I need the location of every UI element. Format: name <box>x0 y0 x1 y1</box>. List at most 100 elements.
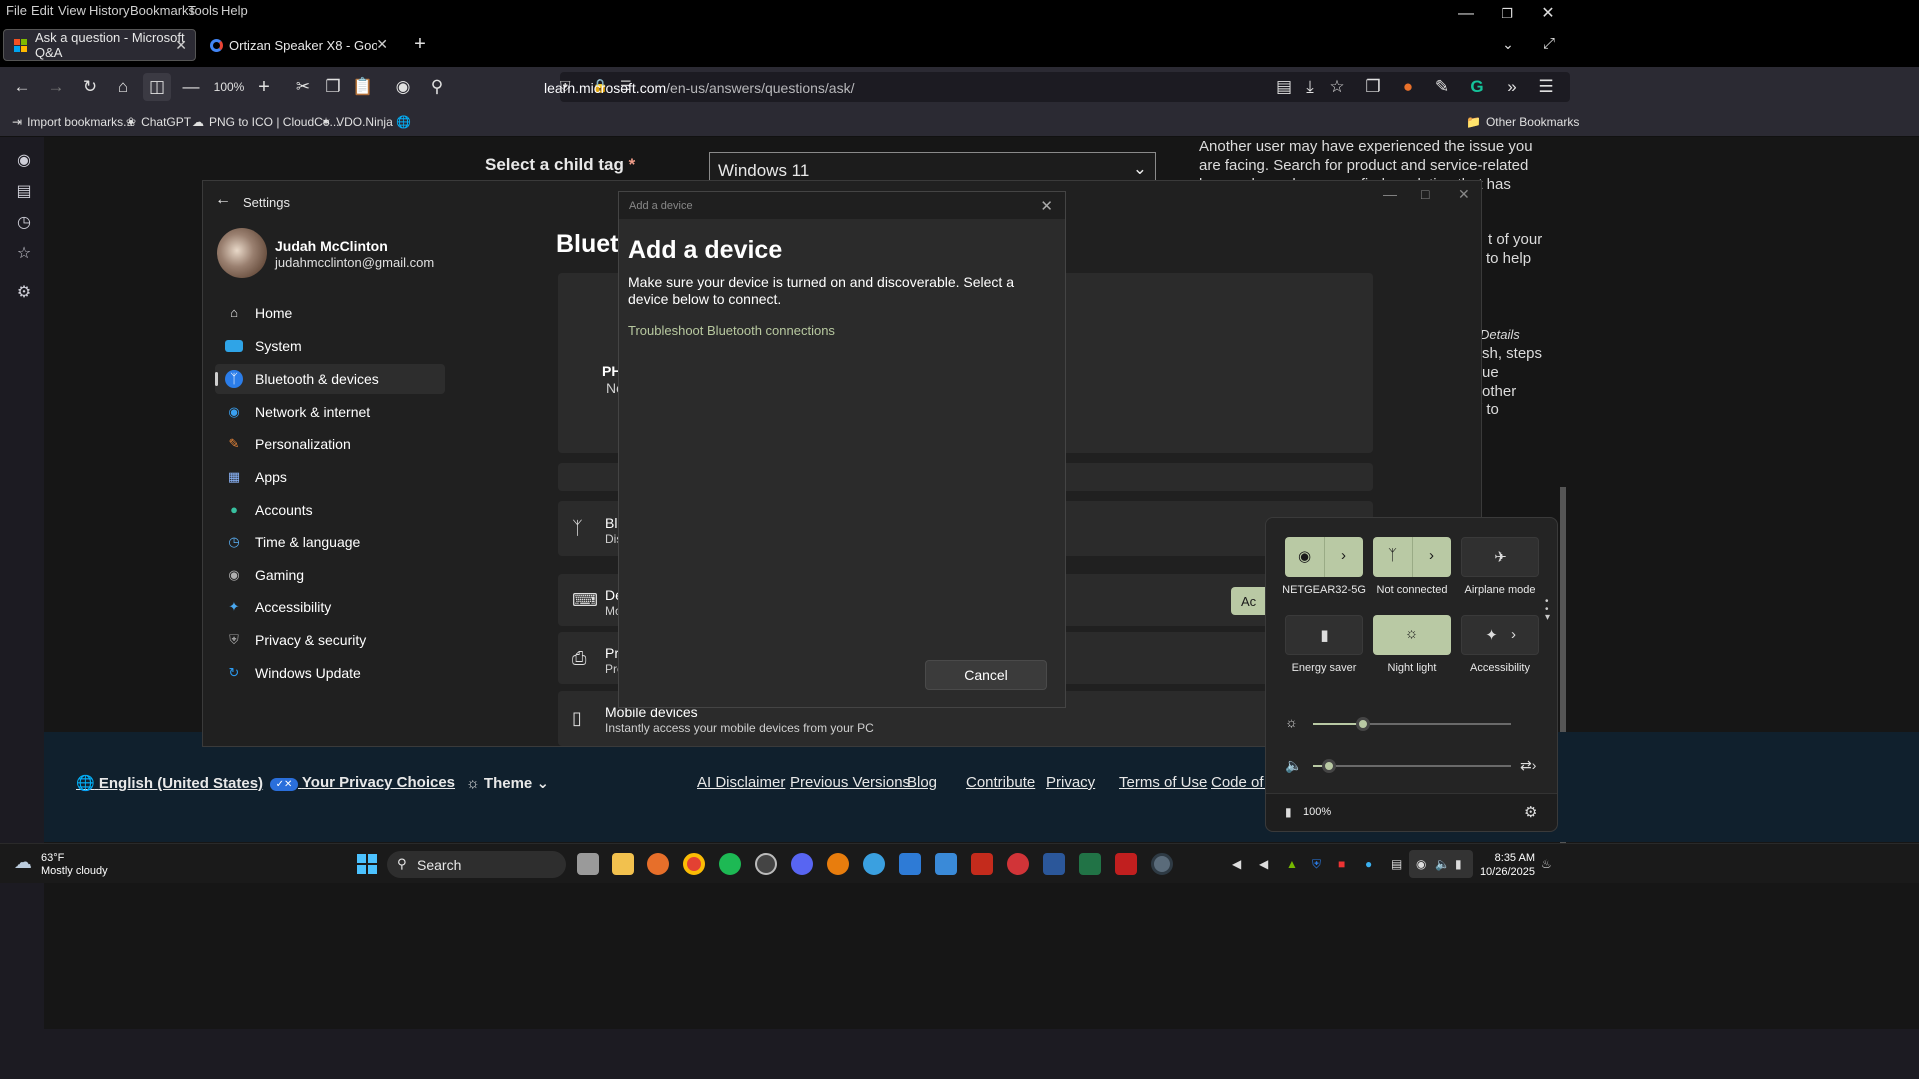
menu-help[interactable]: Help <box>221 3 248 18</box>
ai-chatbot-icon[interactable]: ◉ <box>14 150 34 170</box>
clock[interactable]: 8:35 AM 10/26/2025 <box>1477 851 1535 879</box>
nav-time-language[interactable]: ◷ Time & language <box>215 527 445 557</box>
bookmark-chatgpt[interactable]: ❀ ChatGPT <box>126 115 191 129</box>
reload-icon[interactable]: ↻ <box>76 73 104 101</box>
task-view-icon[interactable] <box>577 853 599 875</box>
brightness-slider[interactable] <box>1313 717 1511 731</box>
slider-thumb[interactable] <box>1321 759 1336 773</box>
firefox-icon[interactable] <box>647 853 669 875</box>
home-icon[interactable]: ⌂ <box>109 73 137 101</box>
bookmark-globe[interactable]: 🌐 <box>396 115 411 129</box>
app-menu-icon[interactable]: ☰ <box>1532 73 1560 101</box>
nav-gaming[interactable]: ◉ Gaming <box>215 560 445 590</box>
reader-view-icon[interactable]: ▤ <box>1270 73 1298 101</box>
paste-icon[interactable]: 📋 <box>349 73 377 101</box>
tray-app-icon[interactable]: ▤ <box>1391 857 1402 871</box>
chrome-icon[interactable] <box>683 853 705 875</box>
close-icon[interactable]: ✕ <box>1458 186 1470 203</box>
back-icon[interactable]: ← <box>8 73 36 101</box>
footer-link[interactable]: Blog <box>907 774 937 791</box>
menu-bookmarks[interactable]: Bookmarks <box>130 3 195 18</box>
url-text[interactable]: learn.microsoft.com/en-us/answers/questi… <box>544 80 854 96</box>
battery-icon[interactable]: ▮ <box>1455 857 1462 871</box>
nav-system[interactable]: System <box>215 331 445 361</box>
obs-icon[interactable] <box>755 853 777 875</box>
accessibility-tile[interactable]: ✦ › <box>1461 615 1539 655</box>
chevron-right-icon[interactable]: › <box>1494 626 1533 643</box>
energy-saver-tile[interactable]: ▮ <box>1285 615 1363 655</box>
key-icon[interactable]: ⚲ <box>423 73 451 101</box>
settings-gear-icon[interactable]: ⚙ <box>1524 803 1537 821</box>
menu-history[interactable]: History <box>89 3 129 18</box>
close-icon[interactable]: ✕ <box>1040 197 1053 215</box>
customize-sidebar-icon[interactable]: ⚙ <box>14 282 34 302</box>
edge-icon[interactable] <box>863 853 885 875</box>
acrobat-icon[interactable] <box>1115 853 1137 875</box>
page-dots-icon[interactable]: • • ▾ <box>1545 597 1550 623</box>
bookmarks-icon[interactable]: ☆ <box>14 243 34 263</box>
nav-network[interactable]: ◉ Network & internet <box>215 397 445 427</box>
taskbar-search[interactable]: ⚲ Search <box>387 851 566 878</box>
footer-link[interactable]: AI Disclaimer <box>697 774 785 791</box>
bookmark-vdo-ninja[interactable]: ✶ VDO.Ninja <box>321 115 393 129</box>
nav-windows-update[interactable]: ↻ Windows Update <box>215 658 445 688</box>
slider-thumb[interactable] <box>1355 717 1370 731</box>
notification-bell-icon[interactable]: ♨ <box>1541 857 1552 871</box>
chevron-right-icon[interactable]: › <box>1324 547 1363 564</box>
sidebar-toggle-icon[interactable]: ◫ <box>143 73 171 101</box>
nvidia-icon[interactable]: ▲ <box>1286 857 1298 871</box>
battery-icon[interactable]: ▮ <box>1285 805 1292 819</box>
minimize-icon[interactable]: — <box>1383 186 1397 202</box>
nav-apps[interactable]: ▦ Apps <box>215 462 445 492</box>
zoom-in-icon[interactable]: + <box>250 73 278 101</box>
menu-tools[interactable]: Tools <box>188 3 218 18</box>
privacy-choices-link[interactable]: ✓✕ Your Privacy Choices <box>270 774 455 791</box>
nav-bluetooth-devices[interactable]: ᛉ Bluetooth & devices <box>215 364 445 394</box>
volume-icon[interactable]: 🔈 <box>1435 857 1450 871</box>
photos-icon[interactable] <box>935 853 957 875</box>
audio-output-icon[interactable]: ⇄› <box>1520 757 1536 774</box>
tray-app-icon[interactable]: ◀ <box>1232 857 1241 871</box>
cut-icon[interactable]: ✂ <box>289 73 317 101</box>
menu-view[interactable]: View <box>58 3 86 18</box>
footer-link[interactable]: Privacy <box>1046 774 1095 791</box>
maximize-icon[interactable]: □ <box>1421 186 1429 202</box>
blender-icon[interactable] <box>827 853 849 875</box>
volume-slider[interactable] <box>1313 759 1511 773</box>
forward-icon[interactable]: → <box>42 73 70 101</box>
nav-accessibility[interactable]: ✦ Accessibility <box>215 592 445 622</box>
bookmark-import[interactable]: ⇥ Import bookmarks... <box>12 115 133 129</box>
file-explorer-icon[interactable] <box>612 853 634 875</box>
save-to-pocket-icon[interactable]: ❐ <box>1359 73 1387 101</box>
tab-close-icon[interactable]: ✕ <box>376 36 388 53</box>
history-icon[interactable]: ◷ <box>14 212 34 232</box>
battery-percentage[interactable]: 100% <box>1303 806 1331 818</box>
tab-list-icon[interactable]: ⌄ <box>1494 30 1522 58</box>
cancel-button[interactable]: Cancel <box>925 660 1047 690</box>
weather-desc[interactable]: Mostly cloudy <box>41 865 108 877</box>
bookmark-star-icon[interactable]: ☆ <box>1323 73 1351 101</box>
nav-privacy[interactable]: ⛨ Privacy & security <box>215 625 445 655</box>
synced-tabs-icon[interactable]: ▤ <box>14 181 34 201</box>
tray-app-icon[interactable]: ● <box>1365 857 1372 871</box>
screenshot-icon[interactable]: ◉ <box>389 73 417 101</box>
wifi-tile[interactable]: ◉ › <box>1285 537 1363 577</box>
zoom-level[interactable]: 100% <box>210 73 248 101</box>
menu-file[interactable]: File <box>6 3 27 18</box>
language-link[interactable]: 🌐 English (United States) <box>76 774 263 792</box>
powerpoint-icon[interactable] <box>1007 853 1029 875</box>
nav-accounts[interactable]: ● Accounts <box>215 495 445 525</box>
night-light-tile[interactable]: ☼ <box>1373 615 1451 655</box>
footer-link[interactable]: Terms of Use <box>1119 774 1207 791</box>
new-tab-icon[interactable]: + <box>406 30 434 58</box>
grammarly-icon[interactable]: G <box>1463 73 1491 101</box>
chevron-right-icon[interactable]: › <box>1412 547 1451 564</box>
download-page-icon[interactable]: ⤓ <box>1296 73 1324 101</box>
tray-app-icon[interactable]: ◀ <box>1259 857 1268 871</box>
weather-temp[interactable]: 63°F <box>41 852 64 864</box>
settings-app-icon[interactable] <box>1151 853 1173 875</box>
theme-button[interactable]: ☼ Theme ⌄ <box>466 774 549 792</box>
spotify-icon[interactable] <box>719 853 741 875</box>
zoom-out-icon[interactable]: — <box>177 73 205 101</box>
extensions-icon[interactable]: ✎ <box>1428 73 1456 101</box>
